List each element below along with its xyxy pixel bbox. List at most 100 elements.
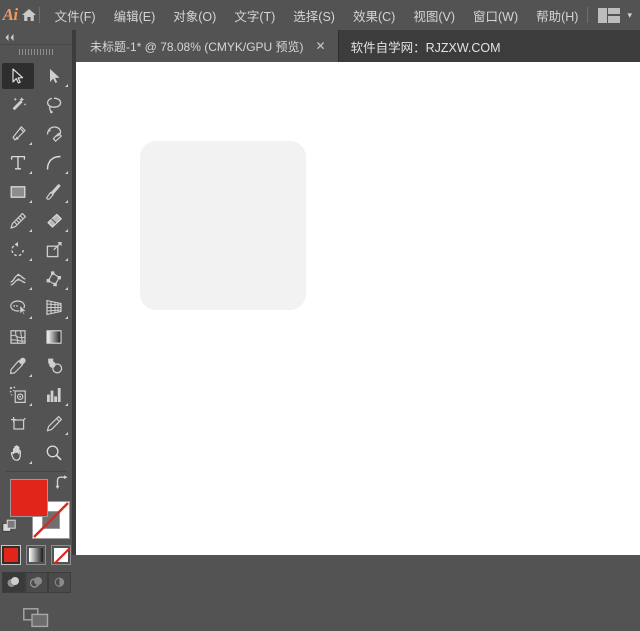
default-fill-stroke-icon[interactable]: [2, 519, 17, 539]
close-icon[interactable]: ✕: [314, 39, 328, 53]
screen-mode-button[interactable]: [19, 605, 53, 631]
tool-flyout-indicator: [29, 374, 32, 377]
tools-panel-header: [0, 30, 72, 45]
menu-item-list: 文件(F) 编辑(E) 对象(O) 文字(T) 选择(S) 效果(C) 视图(V…: [46, 0, 588, 30]
swap-fill-stroke-icon[interactable]: [53, 475, 69, 496]
menu-item-file[interactable]: 文件(F): [46, 0, 105, 30]
screen-mode-row: [0, 605, 72, 631]
gradient-mode-button[interactable]: [26, 545, 46, 565]
menu-divider: [39, 7, 40, 23]
rounded-rectangle-shape[interactable]: [140, 141, 306, 310]
mesh-tool-icon: [2, 324, 34, 350]
tool-flyout-indicator: [65, 287, 68, 290]
none-mode-swatch: [54, 548, 70, 564]
menu-bar-right: ▾: [587, 0, 640, 30]
drag-handle-dots: [19, 49, 53, 55]
tool-grid: [0, 59, 72, 467]
tool-flyout-indicator: [29, 171, 32, 174]
blend-tool-icon: [38, 353, 70, 379]
eyedropper-tool[interactable]: [0, 351, 36, 380]
artboard-tool[interactable]: [0, 409, 36, 438]
menu-item-window[interactable]: 窗口(W): [464, 0, 527, 30]
fill-swatch[interactable]: [10, 479, 48, 517]
home-icon[interactable]: [20, 0, 37, 30]
color-mode-button[interactable]: [1, 545, 21, 565]
tools-panel-drag-handle[interactable]: [0, 45, 72, 59]
gradient-tool-icon: [38, 324, 70, 350]
gradient-tool[interactable]: [36, 322, 72, 351]
color-mode-row: [0, 545, 72, 565]
tool-flyout-indicator: [65, 200, 68, 203]
tool-flyout-indicator: [65, 432, 68, 435]
tools-panel: [0, 30, 73, 628]
shaper-pencil-tool[interactable]: [0, 206, 36, 235]
scale-tool[interactable]: [36, 235, 72, 264]
draw-normal-button[interactable]: [1, 572, 25, 593]
document-tab-bar: 未标题-1* @ 78.08% (CMYK/GPU 预览) ✕ 软件自学网：RJ…: [76, 30, 640, 62]
symbol-sprayer-tool[interactable]: [0, 380, 36, 409]
menu-item-object[interactable]: 对象(O): [164, 0, 225, 30]
tool-flyout-indicator: [29, 316, 32, 319]
free-transform-tool[interactable]: [36, 264, 72, 293]
workspace-divider: [587, 7, 589, 23]
tool-flyout-indicator: [65, 316, 68, 319]
workspace-switcher-icon[interactable]: [598, 7, 621, 23]
draw-mode-row: [0, 572, 72, 593]
document-tab-title: 未标题-1* @ 78.08% (CMYK/GPU 预览): [90, 39, 304, 54]
lasso-tool-icon: [38, 92, 70, 118]
canvas-area[interactable]: [76, 62, 640, 555]
tool-flyout-indicator: [29, 258, 32, 261]
none-mode-button[interactable]: [51, 545, 71, 565]
app-logo: Ai: [2, 5, 19, 24]
tool-flyout-indicator: [65, 403, 68, 406]
tool-flyout-indicator: [29, 142, 32, 145]
toolbar-divider: [6, 471, 66, 472]
tool-flyout-indicator: [65, 258, 68, 261]
slice-tool[interactable]: [36, 409, 72, 438]
artboard-tool-icon: [2, 411, 34, 437]
hand-tool[interactable]: [0, 438, 36, 467]
zoom-tool[interactable]: [36, 438, 72, 467]
menu-bar: Ai 文件(F) 编辑(E) 对象(O) 文字(T) 选择(S) 效果(C) 视…: [0, 0, 640, 30]
menu-item-help[interactable]: 帮助(H): [527, 0, 587, 30]
draw-behind-button[interactable]: [24, 572, 48, 593]
zoom-tool-icon: [38, 440, 70, 466]
draw-inside-button[interactable]: [47, 572, 71, 593]
eraser-tool[interactable]: [36, 206, 72, 235]
document-tab[interactable]: 未标题-1* @ 78.08% (CMYK/GPU 预览) ✕: [76, 30, 339, 62]
type-tool[interactable]: [0, 148, 36, 177]
rotate-tool[interactable]: [0, 235, 36, 264]
tool-flyout-indicator: [65, 229, 68, 232]
watermark-note: 软件自学网：RJZXW.COM: [350, 40, 501, 55]
selection-tool[interactable]: [0, 61, 36, 90]
magic-wand-tool[interactable]: [0, 90, 36, 119]
menu-item-view[interactable]: 视图(V): [404, 0, 464, 30]
menu-item-type[interactable]: 文字(T): [225, 0, 284, 30]
tool-flyout-indicator: [65, 171, 68, 174]
rectangle-tool[interactable]: [0, 177, 36, 206]
illustrator-window: Ai 文件(F) 编辑(E) 对象(O) 文字(T) 选择(S) 效果(C) 视…: [0, 0, 640, 628]
blend-tool[interactable]: [36, 351, 72, 380]
pen-tool[interactable]: [0, 119, 36, 148]
fill-stroke-control: [0, 475, 72, 541]
color-mode-swatch: [4, 548, 18, 562]
shape-builder-tool[interactable]: [0, 293, 36, 322]
tool-flyout-indicator: [65, 84, 68, 87]
tool-flyout-indicator: [29, 287, 32, 290]
curvature-tool[interactable]: [36, 119, 72, 148]
tool-flyout-indicator: [29, 229, 32, 232]
selection-tool-icon: [2, 62, 34, 89]
paintbrush-tool[interactable]: [36, 177, 72, 206]
direct-selection-tool[interactable]: [36, 61, 72, 90]
column-graph-tool[interactable]: [36, 380, 72, 409]
perspective-grid-tool[interactable]: [36, 293, 72, 322]
arc-tool[interactable]: [36, 148, 72, 177]
chevron-down-icon[interactable]: ▾: [627, 10, 632, 20]
menu-item-edit[interactable]: 编辑(E): [105, 0, 165, 30]
lasso-tool[interactable]: [36, 90, 72, 119]
width-tool[interactable]: [0, 264, 36, 293]
mesh-tool[interactable]: [0, 322, 36, 351]
collapse-panel-icon[interactable]: [4, 33, 15, 42]
menu-item-select[interactable]: 选择(S): [284, 0, 344, 30]
menu-item-effect[interactable]: 效果(C): [344, 0, 404, 30]
